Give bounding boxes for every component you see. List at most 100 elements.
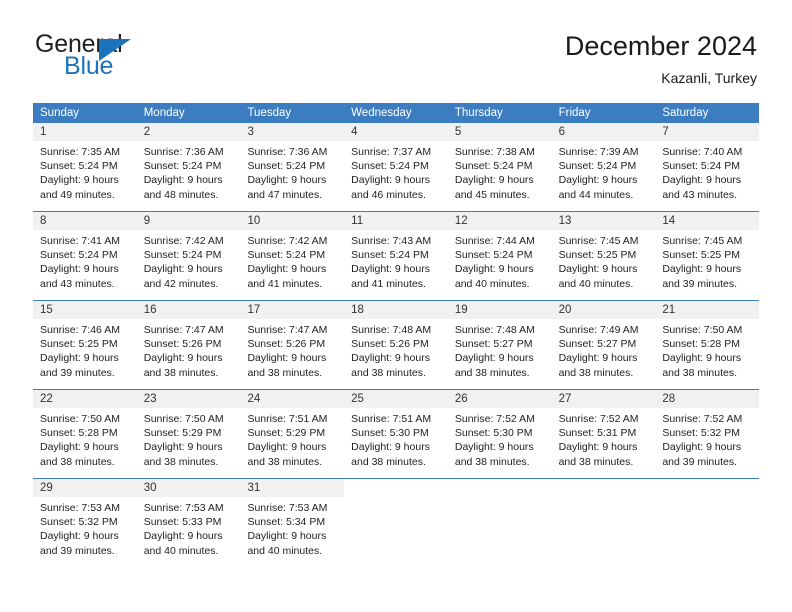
calendar-day-cell[interactable]: 25 Sunrise: 7:51 AM Sunset: 5:30 PM Dayligh…: [344, 390, 448, 478]
daylight-text-line2: and 38 minutes.: [143, 455, 219, 468]
sunset-text: Sunset: 5:34 PM: [247, 516, 326, 529]
daylight-text-line1: Daylight: 9 hours: [40, 441, 119, 454]
sunset-text: Sunset: 5:25 PM: [662, 249, 740, 262]
calendar-day-cell[interactable]: 12 Sunrise: 7:44 AM Sunset: 5:24 PM Dayligh…: [447, 212, 552, 300]
calendar-day-cell[interactable]: 22 Sunrise: 7:50 AM Sunset: 5:28 PM Dayligh…: [33, 390, 137, 478]
calendar-day-cell[interactable]: 6 Sunrise: 7:39 AM Sunset: 5:24 PM Daylight…: [551, 123, 656, 211]
day-number: 27: [551, 390, 656, 409]
day-details: Sunrise: 7:44 AM Sunset: 5:24 PM Daylight:…: [448, 231, 552, 291]
day-number: [448, 479, 552, 497]
sunset-text: Sunset: 5:24 PM: [662, 160, 740, 173]
day-number: 23: [136, 390, 241, 409]
sunrise-text: Sunrise: 7:38 AM: [454, 146, 535, 158]
day-details: Sunrise: 7:52 AM Sunset: 5:30 PM Daylight:…: [448, 409, 552, 469]
calendar-day-cell[interactable]: 2 Sunrise: 7:36 AM Sunset: 5:24 PM Daylight…: [136, 123, 241, 211]
calendar-day-cell[interactable]: 1 Sunrise: 7:35 AM Sunset: 5:24 PM Daylight…: [33, 123, 137, 211]
weekday-header-row: Sunday Monday Tuesday Wednesday Thursday…: [33, 103, 759, 123]
daylight-text-line1: Daylight: 9 hours: [351, 441, 430, 454]
calendar-day-cell[interactable]: 21 Sunrise: 7:50 AM Sunset: 5:28 PM Dayligh…: [655, 301, 760, 389]
day-number: 9: [136, 212, 241, 231]
calendar-day-cell-empty: [655, 479, 759, 567]
calendar-grid: Sunday Monday Tuesday Wednesday Thursday…: [33, 103, 760, 567]
calendar-day-cell[interactable]: 7 Sunrise: 7:40 AM Sunset: 5:24 PM Daylight…: [655, 123, 760, 211]
calendar-day-cell-empty: [448, 479, 552, 567]
daylight-text-line1: Daylight: 9 hours: [662, 441, 742, 454]
calendar-day-cell[interactable]: 24 Sunrise: 7:51 AM Sunset: 5:29 PM Dayligh…: [240, 390, 345, 478]
daylight-text-line1: Daylight: 9 hours: [558, 441, 638, 454]
sunrise-text: Sunrise: 7:36 AM: [143, 146, 224, 158]
day-details: Sunrise: 7:48 AM Sunset: 5:27 PM Daylight:…: [448, 320, 552, 380]
day-details: Sunrise: 7:40 AM Sunset: 5:24 PM Daylight:…: [655, 142, 759, 202]
sunrise-text: Sunrise: 7:49 AM: [558, 324, 639, 336]
sunrise-text: Sunrise: 7:43 AM: [351, 235, 432, 247]
day-number: [552, 479, 656, 497]
day-details: Sunrise: 7:36 AM Sunset: 5:24 PM Daylight:…: [240, 142, 344, 202]
calendar-day-cell[interactable]: 4 Sunrise: 7:37 AM Sunset: 5:24 PM Daylight…: [344, 123, 448, 211]
calendar-day-cell[interactable]: 16 Sunrise: 7:47 AM Sunset: 5:26 PM Dayligh…: [136, 301, 241, 389]
sunset-text: Sunset: 5:24 PM: [454, 249, 533, 262]
day-details: Sunrise: 7:45 AM Sunset: 5:25 PM Daylight:…: [655, 231, 759, 291]
day-number: 22: [33, 390, 137, 409]
daylight-text-line1: Daylight: 9 hours: [247, 352, 327, 365]
day-details: Sunrise: 7:50 AM Sunset: 5:28 PM Daylight:…: [33, 409, 137, 469]
calendar-weeks: 1 Sunrise: 7:35 AM Sunset: 5:24 PM Daylight…: [33, 123, 760, 567]
calendar-day-cell[interactable]: 8 Sunrise: 7:41 AM Sunset: 5:24 PM Daylight…: [33, 212, 137, 300]
calendar-day-cell[interactable]: 30 Sunrise: 7:53 AM Sunset: 5:33 PM Dayligh…: [136, 479, 241, 567]
sunrise-text: Sunrise: 7:50 AM: [662, 324, 743, 336]
day-number: 25: [344, 390, 448, 409]
daylight-text-line2: and 40 minutes.: [247, 544, 323, 557]
calendar-day-cell[interactable]: 15 Sunrise: 7:46 AM Sunset: 5:25 PM Dayligh…: [33, 301, 137, 389]
daylight-text-line1: Daylight: 9 hours: [454, 263, 534, 276]
daylight-text-line1: Daylight: 9 hours: [558, 263, 638, 276]
daylight-text-line2: and 38 minutes.: [143, 366, 219, 379]
calendar-week-row: 15 Sunrise: 7:46 AM Sunset: 5:25 PM Dayligh…: [33, 300, 760, 389]
sunrise-text: Sunrise: 7:47 AM: [247, 324, 328, 336]
sunset-text: Sunset: 5:24 PM: [247, 249, 326, 262]
weekday-header-wednesday: Wednesday: [351, 107, 412, 119]
calendar-day-cell[interactable]: 20 Sunrise: 7:49 AM Sunset: 5:27 PM Dayligh…: [551, 301, 656, 389]
calendar-day-cell-empty: [344, 479, 448, 567]
day-details: Sunrise: 7:37 AM Sunset: 5:24 PM Daylight:…: [344, 142, 448, 202]
calendar-week-row: 29 Sunrise: 7:53 AM Sunset: 5:32 PM Dayligh…: [33, 478, 759, 567]
sunrise-text: Sunrise: 7:48 AM: [454, 324, 535, 336]
sunset-text: Sunset: 5:32 PM: [40, 516, 118, 529]
sunset-text: Sunset: 5:29 PM: [247, 427, 326, 440]
sunrise-text: Sunrise: 7:39 AM: [558, 146, 639, 158]
calendar-day-cell[interactable]: 9 Sunrise: 7:42 AM Sunset: 5:24 PM Daylight…: [136, 212, 241, 300]
calendar-day-cell[interactable]: 5 Sunrise: 7:38 AM Sunset: 5:24 PM Daylight…: [447, 123, 552, 211]
sunrise-text: Sunrise: 7:42 AM: [247, 235, 328, 247]
sunrise-text: Sunrise: 7:52 AM: [454, 413, 535, 425]
location-subtitle: Kazanli, Turkey: [661, 70, 757, 86]
sunrise-text: Sunrise: 7:48 AM: [351, 324, 432, 336]
day-number: 21: [655, 301, 760, 320]
calendar-day-cell[interactable]: 29 Sunrise: 7:53 AM Sunset: 5:32 PM Dayligh…: [33, 479, 137, 567]
sunset-text: Sunset: 5:24 PM: [558, 160, 637, 173]
logo-text-blue: Blue: [64, 52, 114, 80]
daylight-text-line2: and 38 minutes.: [558, 455, 634, 468]
daylight-text-line1: Daylight: 9 hours: [558, 174, 638, 187]
sunrise-text: Sunrise: 7:42 AM: [143, 235, 224, 247]
sunset-text: Sunset: 5:26 PM: [143, 338, 222, 351]
sunrise-text: Sunrise: 7:52 AM: [662, 413, 743, 425]
calendar-day-cell[interactable]: 31 Sunrise: 7:53 AM Sunset: 5:34 PM Dayligh…: [240, 479, 345, 567]
calendar-day-cell[interactable]: 10 Sunrise: 7:42 AM Sunset: 5:24 PM Dayligh…: [240, 212, 345, 300]
calendar-day-cell[interactable]: 14 Sunrise: 7:45 AM Sunset: 5:25 PM Dayligh…: [655, 212, 760, 300]
calendar-day-cell[interactable]: 26 Sunrise: 7:52 AM Sunset: 5:30 PM Dayligh…: [447, 390, 552, 478]
calendar-day-cell[interactable]: 17 Sunrise: 7:47 AM Sunset: 5:26 PM Dayligh…: [240, 301, 345, 389]
daylight-text-line2: and 38 minutes.: [454, 366, 530, 379]
calendar-day-cell[interactable]: 23 Sunrise: 7:50 AM Sunset: 5:29 PM Dayligh…: [136, 390, 241, 478]
calendar-day-cell[interactable]: 27 Sunrise: 7:52 AM Sunset: 5:31 PM Dayligh…: [551, 390, 656, 478]
weekday-header-friday: Friday: [558, 107, 591, 119]
calendar-day-cell[interactable]: 13 Sunrise: 7:45 AM Sunset: 5:25 PM Dayligh…: [551, 212, 656, 300]
calendar-day-cell[interactable]: 28 Sunrise: 7:52 AM Sunset: 5:32 PM Dayligh…: [655, 390, 760, 478]
calendar-day-cell[interactable]: 18 Sunrise: 7:48 AM Sunset: 5:26 PM Dayligh…: [344, 301, 448, 389]
day-details: Sunrise: 7:47 AM Sunset: 5:26 PM Daylight:…: [240, 320, 344, 380]
sunset-text: Sunset: 5:24 PM: [143, 249, 222, 262]
calendar-day-cell[interactable]: 3 Sunrise: 7:36 AM Sunset: 5:24 PM Daylight…: [240, 123, 345, 211]
calendar-day-cell[interactable]: 11 Sunrise: 7:43 AM Sunset: 5:24 PM Dayligh…: [344, 212, 448, 300]
daylight-text-line2: and 45 minutes.: [454, 188, 530, 201]
weekday-header-tuesday: Tuesday: [247, 107, 292, 119]
day-number: 16: [136, 301, 241, 320]
calendar-day-cell[interactable]: 19 Sunrise: 7:48 AM Sunset: 5:27 PM Dayligh…: [447, 301, 552, 389]
general-blue-logo[interactable]: General Blue: [33, 30, 273, 90]
